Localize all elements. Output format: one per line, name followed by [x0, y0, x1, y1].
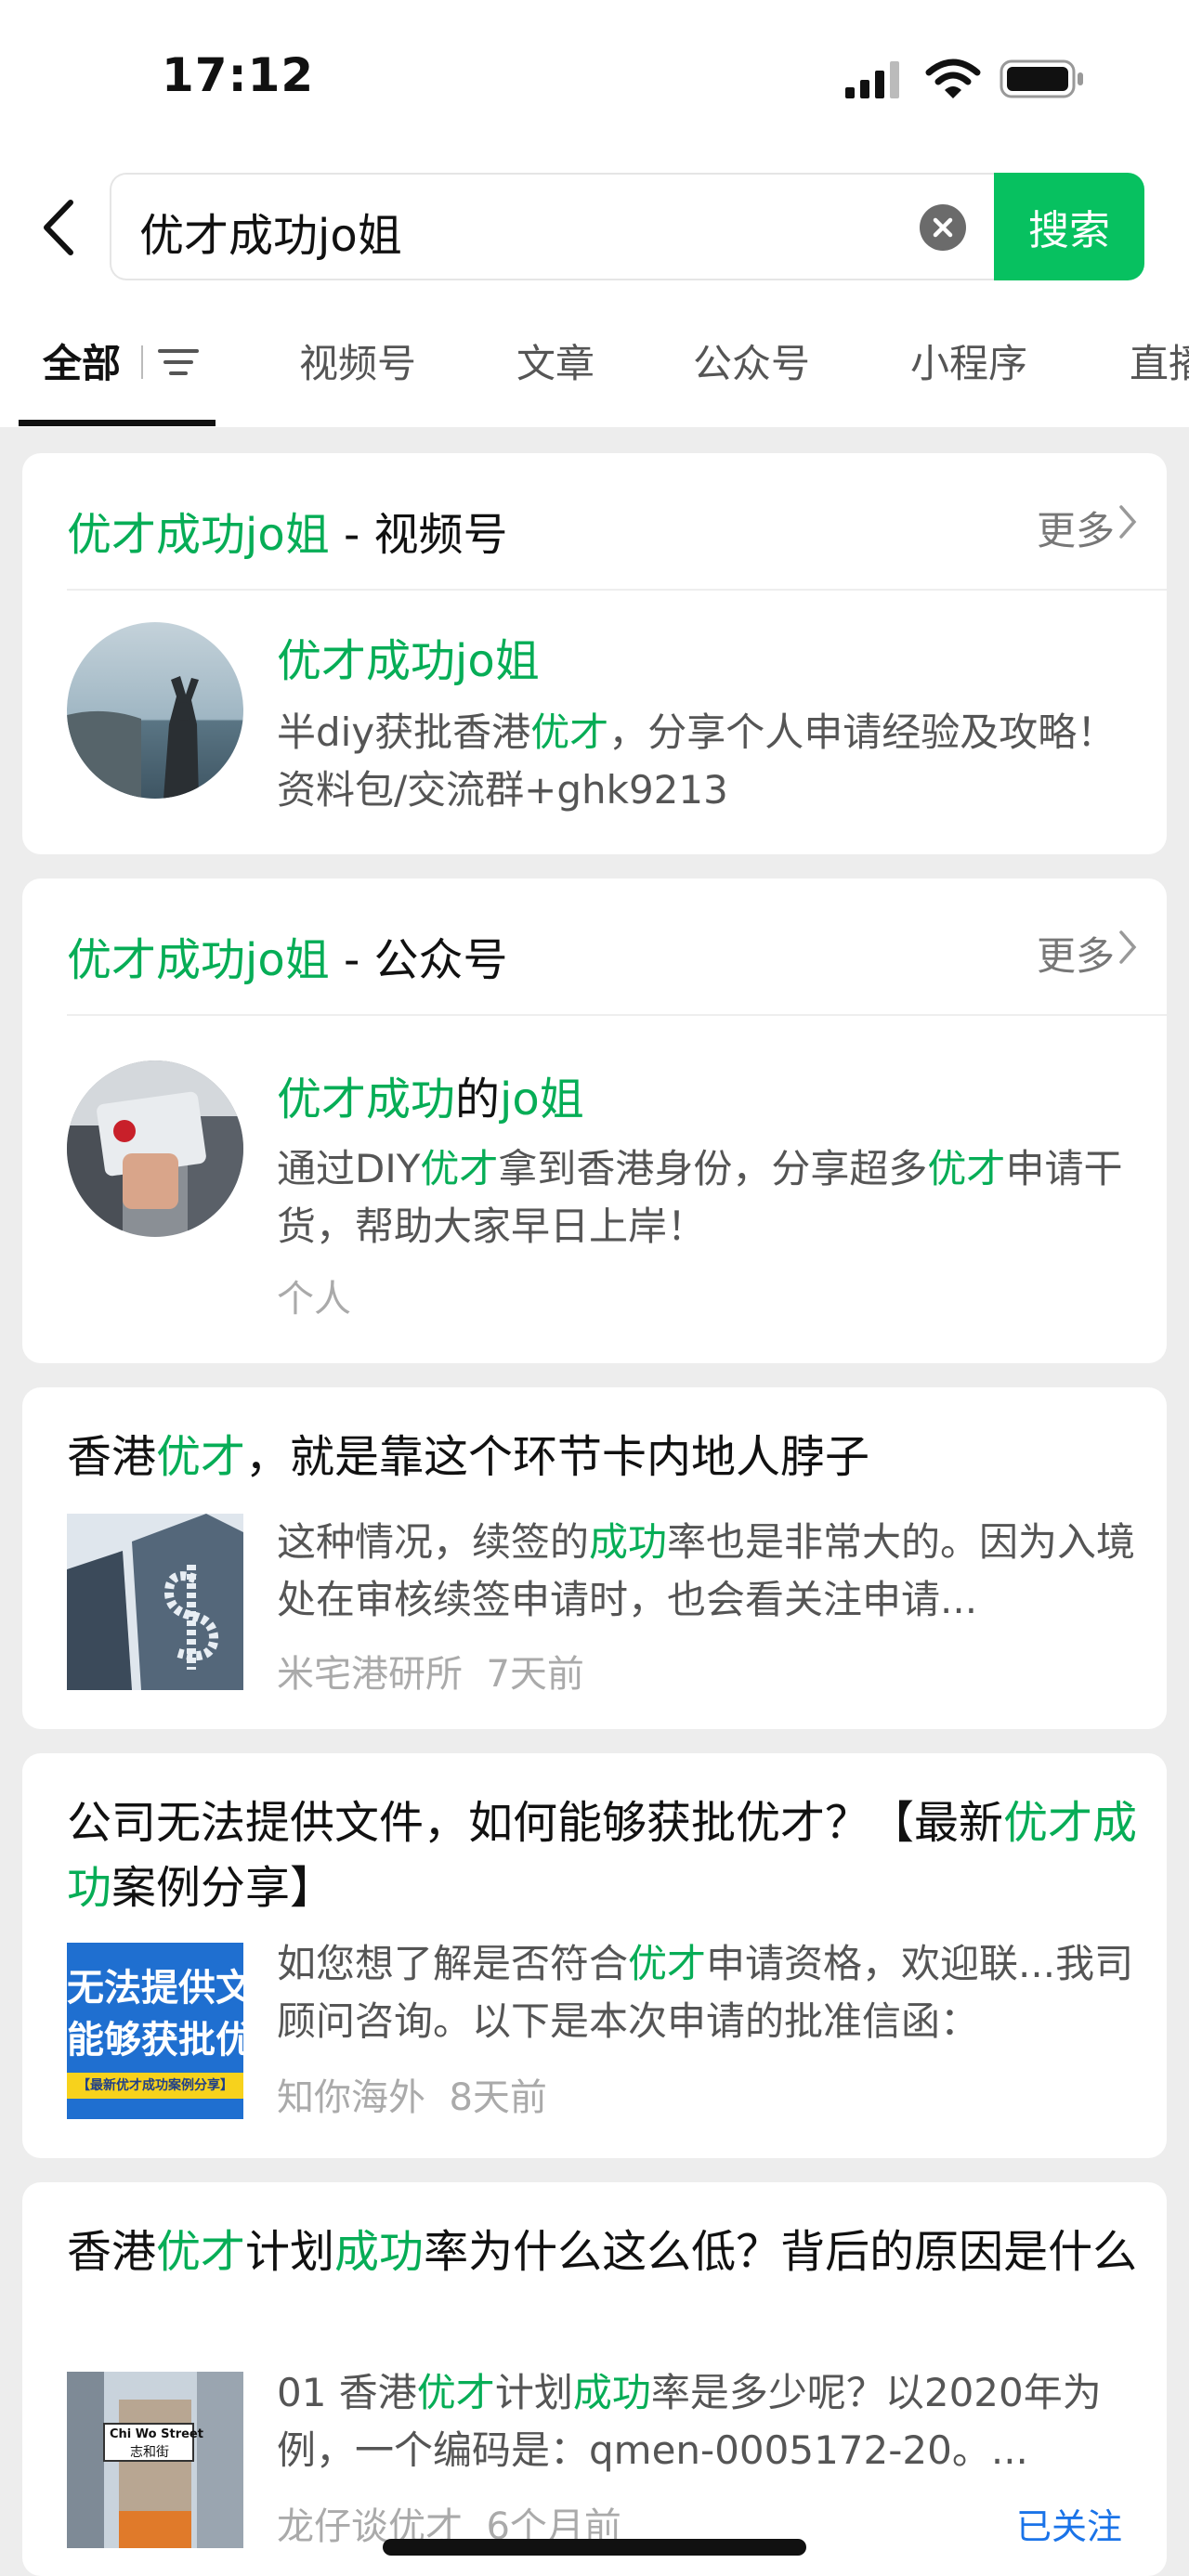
avatar[interactable]	[67, 1060, 243, 1237]
divider	[67, 589, 1167, 591]
tab-official-accounts[interactable]: 公众号	[693, 332, 810, 389]
thumbnail-banner: 【最新优才成功案例分享】	[67, 2073, 243, 2099]
article-meta: 米宅港研所 7天前	[277, 1653, 584, 1696]
street-sign-text: Chi Wo Street	[110, 2427, 203, 2441]
more-link[interactable]: 更多	[1037, 500, 1115, 556]
article-snippet: 01 香港优才计划成功率是多少呢？以2020年为例，一个编码是：qmen-000…	[277, 2370, 1102, 2473]
section-title: 优才成功jo姐 - 视频号	[67, 509, 508, 561]
account-description: 通过DIY优才拿到香港身份，分享超多优才申请干货，帮助大家早日上岸！	[277, 1146, 1123, 1249]
tab-live[interactable]: 直播	[1130, 332, 1189, 389]
active-tab-indicator	[19, 420, 216, 426]
cellular-signal-icon	[845, 61, 899, 98]
search-query[interactable]: 优才成功jo姐	[139, 199, 402, 264]
wifi-icon	[925, 59, 981, 98]
divider	[67, 1014, 1167, 1016]
back-arrow-icon[interactable]	[33, 195, 89, 260]
chevron-right-icon[interactable]	[1117, 927, 1139, 968]
tab-articles[interactable]: 文章	[516, 332, 594, 389]
home-indicator[interactable]	[383, 2539, 806, 2556]
article-title[interactable]: 公司无法提供文件，如何能够获批优才？【最新优才成功案例分享】	[67, 1790, 1144, 1920]
official-account-card: 优才成功jo姐 - 公众号 更多 优才成功的jo姐 通过DIY优才拿到香港身份，…	[22, 878, 1167, 1363]
account-name[interactable]: 优才成功的jo姐	[277, 1062, 584, 1127]
article-title[interactable]: 香港优才，就是靠这个环节卡内地人脖子	[67, 1425, 1144, 1490]
article-snippet: 这种情况，续签的成功率也是非常大的。因为入境处在审核续签申请时，也会看关注申请.…	[277, 1519, 1136, 1622]
thumbnail-text: 能够获批优	[67, 2019, 243, 2062]
article-meta: 知你海外 8天前	[277, 2076, 547, 2119]
thumbnail-text: 无法提供文	[67, 1967, 243, 2010]
tab-all[interactable]: 全部	[43, 332, 121, 389]
account-name[interactable]: 优才成功jo姐	[277, 624, 540, 689]
more-link[interactable]: 更多	[1037, 925, 1115, 982]
tab-divider	[141, 345, 143, 379]
search-button[interactable]: 搜索	[994, 173, 1144, 280]
account-description: 半diy获批香港优才，分享个人申请经验及攻略！ 资料包/交流群+ghk9213	[277, 709, 1117, 813]
article-thumbnail[interactable]: Chi Wo Street 志和街	[67, 2372, 243, 2548]
status-time: 17:12	[162, 48, 315, 102]
clear-icon[interactable]	[920, 204, 966, 251]
account-type: 个人	[277, 1278, 351, 1321]
followed-badge[interactable]: 已关注	[1016, 2498, 1122, 2549]
article-card[interactable]: 公司无法提供文件，如何能够获批优才？【最新优才成功案例分享】 无法提供文 能够获…	[22, 1753, 1167, 2158]
tab-channels[interactable]: 视频号	[299, 332, 416, 389]
battery-icon	[1000, 59, 1083, 98]
article-card[interactable]: 香港优才计划成功率为什么这么低？背后的原因是什么 Chi Wo Street 志…	[22, 2182, 1167, 2576]
article-thumbnail[interactable]	[67, 1514, 243, 1690]
section-title: 优才成功jo姐 - 公众号	[67, 934, 508, 986]
tab-mini-programs[interactable]: 小程序	[910, 332, 1027, 389]
article-snippet: 如您想了解是否符合优才申请资格，欢迎联...我司顾问咨询。以下是本次申请的批准信…	[277, 1941, 1134, 2044]
article-thumbnail[interactable]: 无法提供文 能够获批优 【最新优才成功案例分享】	[67, 1943, 243, 2119]
video-channel-card: 优才成功jo姐 - 视频号 更多 优才成功jo姐 半diy获批香港优才，分享个人…	[22, 453, 1167, 854]
avatar[interactable]	[67, 622, 243, 799]
article-title[interactable]: 香港优才计划成功率为什么这么低？背后的原因是什么	[67, 2219, 1144, 2284]
street-sign-text-cn: 志和街	[130, 2445, 169, 2460]
filter-icon[interactable]	[156, 344, 201, 381]
article-card[interactable]: 香港优才，就是靠这个环节卡内地人脖子 这种情况，续签的成功率也是非常大的。因为入…	[22, 1387, 1167, 1729]
chevron-right-icon[interactable]	[1117, 501, 1139, 542]
